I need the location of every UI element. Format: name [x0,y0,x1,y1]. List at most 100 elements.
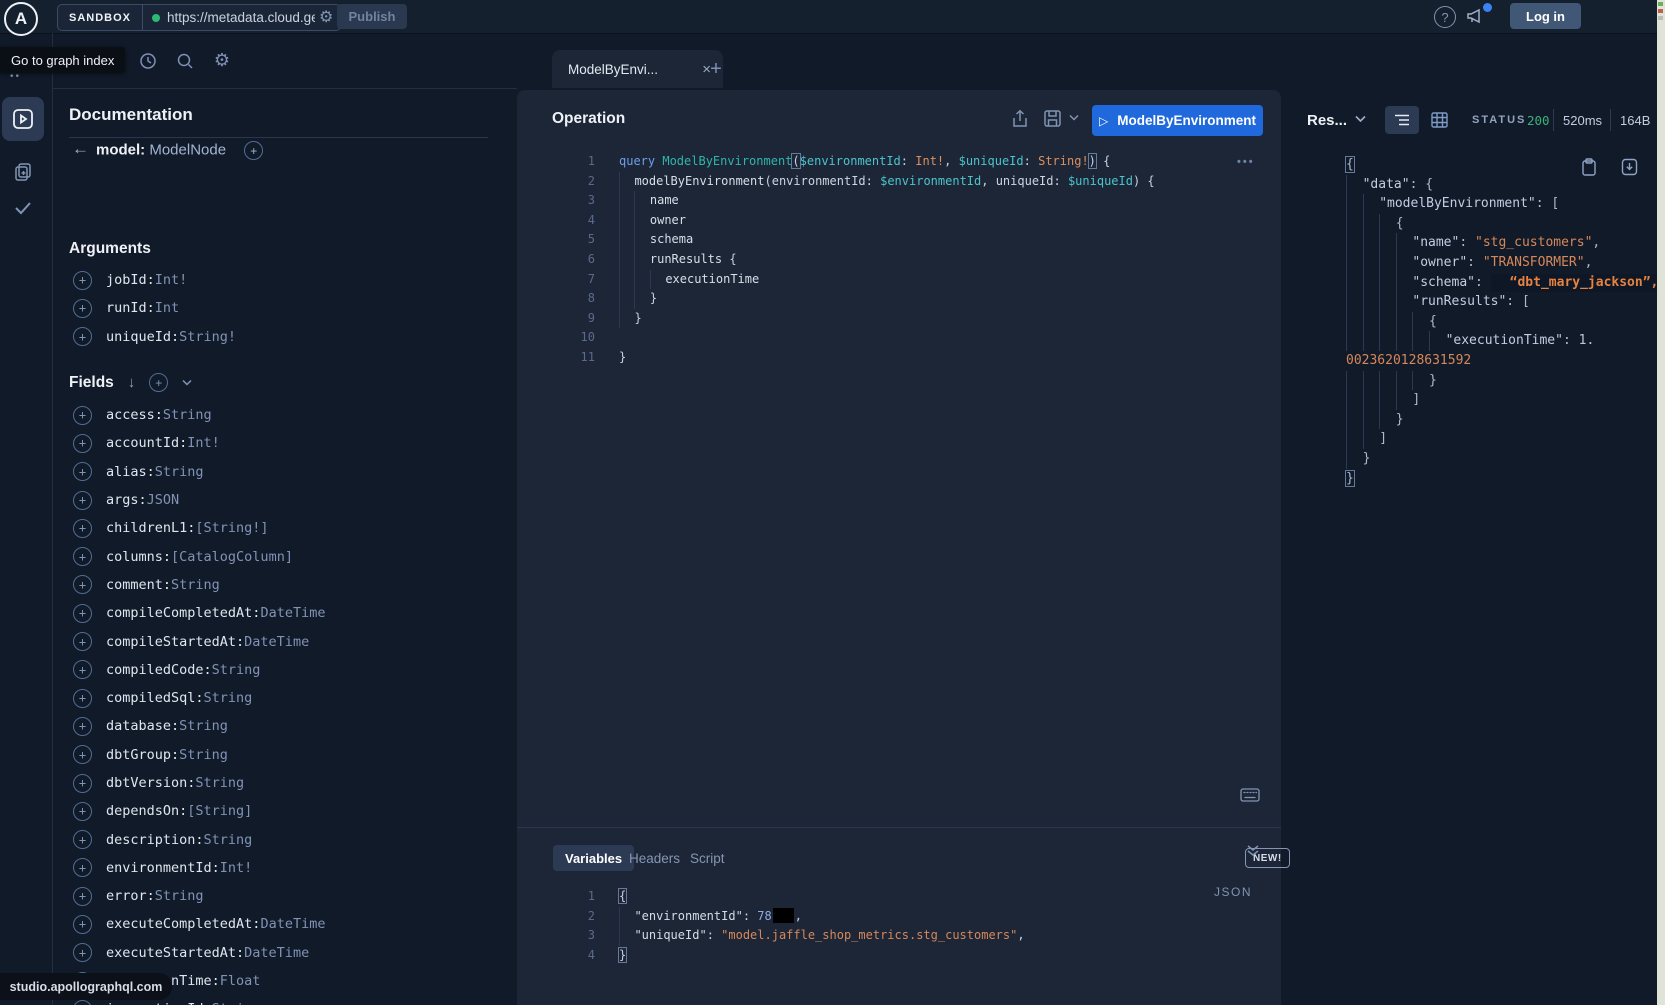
field-row[interactable]: +error: String [52,882,512,910]
checks-icon[interactable] [1,191,45,225]
field-type[interactable]: JSON [147,492,180,508]
apollo-logo-icon[interactable]: A [4,2,38,36]
argument-row[interactable]: +uniqueId: String! [52,323,512,351]
field-row[interactable]: +dependsOn: [String] [52,797,512,825]
code-line[interactable]: 2"environmentId": 78, [517,907,1257,927]
add-field-icon[interactable]: + [73,943,92,962]
add-field-icon[interactable]: + [73,462,92,481]
response-heading[interactable]: Res... [1307,112,1347,129]
code-line[interactable]: "data": { [1322,175,1652,195]
field-row[interactable]: +executeStartedAt: DateTime [52,939,512,967]
field-row[interactable]: +alias: String [52,458,512,486]
explorer-nav-icon[interactable] [2,97,44,141]
code-line[interactable]: ] [1322,390,1652,410]
add-field-icon[interactable]: + [73,271,92,290]
help-icon[interactable]: ? [1434,6,1456,28]
code-line[interactable]: { [1322,312,1652,332]
add-all-fields-icon[interactable]: + [149,373,168,392]
code-line[interactable]: } [1322,449,1652,469]
field-type[interactable]: String [155,464,204,480]
code-line[interactable]: } [1322,371,1652,391]
add-field-icon[interactable]: + [73,830,92,849]
login-button[interactable]: Log in [1510,3,1581,29]
add-field-icon[interactable]: + [73,547,92,566]
field-type[interactable]: DateTime [244,945,309,961]
add-field-icon[interactable]: + [73,575,92,594]
field-type[interactable]: String [179,747,228,763]
argument-row[interactable]: +jobId: Int! [52,266,512,294]
code-line[interactable]: 5schema [517,230,1257,250]
field-type[interactable]: Float [220,973,261,989]
code-line[interactable]: 4owner [517,211,1257,231]
add-field-icon[interactable]: + [73,915,92,934]
code-line[interactable]: 8} [517,289,1257,309]
code-line[interactable]: 10 [517,328,1257,348]
announcements-megaphone-icon[interactable] [1466,7,1485,25]
add-field-icon[interactable]: + [73,689,92,708]
add-field-icon[interactable]: + [73,406,92,425]
save-chevron-down-icon[interactable] [1069,114,1079,121]
code-line[interactable]: } [1322,469,1652,489]
add-field-icon[interactable]: + [73,604,92,623]
field-type[interactable]: DateTime [244,634,309,650]
field-type[interactable]: [String] [187,803,252,819]
field-type[interactable]: [String!] [195,520,268,536]
field-type[interactable]: String [179,718,228,734]
code-line[interactable]: { [1322,155,1652,175]
add-field-icon[interactable]: + [73,519,92,538]
code-line[interactable]: 7executionTime [517,270,1257,290]
add-field-icon[interactable]: + [73,717,92,736]
response-json-viewer[interactable]: {"data": {"modelByEnvironment": [{"name"… [1322,155,1652,488]
code-line[interactable]: 9} [517,309,1257,329]
new-tab-icon[interactable]: + [703,56,729,82]
tab-headers[interactable]: Headers [629,845,680,871]
endpoint-bar[interactable]: SANDBOX https://metadata.cloud.get ⚙ [57,4,341,31]
add-field-icon[interactable]: + [73,774,92,793]
tab-script[interactable]: Script [690,845,725,871]
publish-button[interactable]: Publish [337,4,407,29]
field-row[interactable]: +compiledCode: String [52,656,512,684]
add-field-icon[interactable]: + [73,491,92,510]
table-view-toggle[interactable] [1431,112,1448,128]
endpoint-url-input[interactable]: https://metadata.cloud.get [167,10,315,25]
code-line[interactable]: 3"uniqueId": "model.jaffle_shop_metrics.… [517,926,1257,946]
field-row[interactable]: +dbtGroup: String [52,741,512,769]
code-line[interactable]: 1query ModelByEnvironment($environmentId… [517,152,1257,172]
add-field-icon[interactable]: + [73,299,92,318]
response-chevron-down-icon[interactable] [1355,115,1366,123]
chevron-down-icon[interactable] [182,379,192,386]
add-field-icon[interactable]: + [73,745,92,764]
code-line[interactable]: "executionTime": 1. [1322,331,1652,351]
field-row[interactable]: +executeCompletedAt: DateTime [52,910,512,938]
field-type[interactable]: DateTime [260,916,325,932]
code-line[interactable]: "owner": "TRANSFORMER", [1322,253,1652,273]
add-type-icon[interactable]: + [244,141,263,160]
code-line[interactable]: 2modelByEnvironment(environmentId: $envi… [517,172,1257,192]
field-type[interactable]: String [204,832,253,848]
field-type[interactable]: String [171,577,220,593]
sort-fields-icon[interactable]: ↓ [128,374,136,391]
back-arrow-icon[interactable]: ← [72,139,89,159]
save-icon[interactable] [1043,109,1062,128]
field-type[interactable]: DateTime [260,605,325,621]
field-row[interactable]: +childrenL1: [String!] [52,514,512,542]
field-type[interactable]: Int! [220,860,253,876]
keyboard-shortcuts-icon[interactable] [1240,788,1260,802]
code-line[interactable]: 6runResults { [517,250,1257,270]
field-row[interactable]: +database: String [52,712,512,740]
code-line[interactable]: "runResults": [ [1322,292,1652,312]
run-operation-button[interactable]: ▷ ModelByEnvironment [1092,105,1263,136]
code-line[interactable]: 1{ [517,887,1257,907]
code-line[interactable]: 3name [517,191,1257,211]
add-field-icon[interactable]: + [73,887,92,906]
field-type[interactable]: [CatalogColumn] [171,549,293,565]
field-row[interactable]: +dbtVersion: String [52,769,512,797]
add-field-icon[interactable]: + [73,434,92,453]
field-row[interactable]: +compileStartedAt: DateTime [52,627,512,655]
field-row[interactable]: +compileCompletedAt: DateTime [52,599,512,627]
code-line[interactable]: "schema": “dbt_mary_jackson”, [1322,273,1652,293]
code-line[interactable]: 4} [517,946,1257,966]
history-icon[interactable] [130,33,166,88]
field-type[interactable]: String! [179,329,236,345]
code-line[interactable]: { [1322,214,1652,234]
